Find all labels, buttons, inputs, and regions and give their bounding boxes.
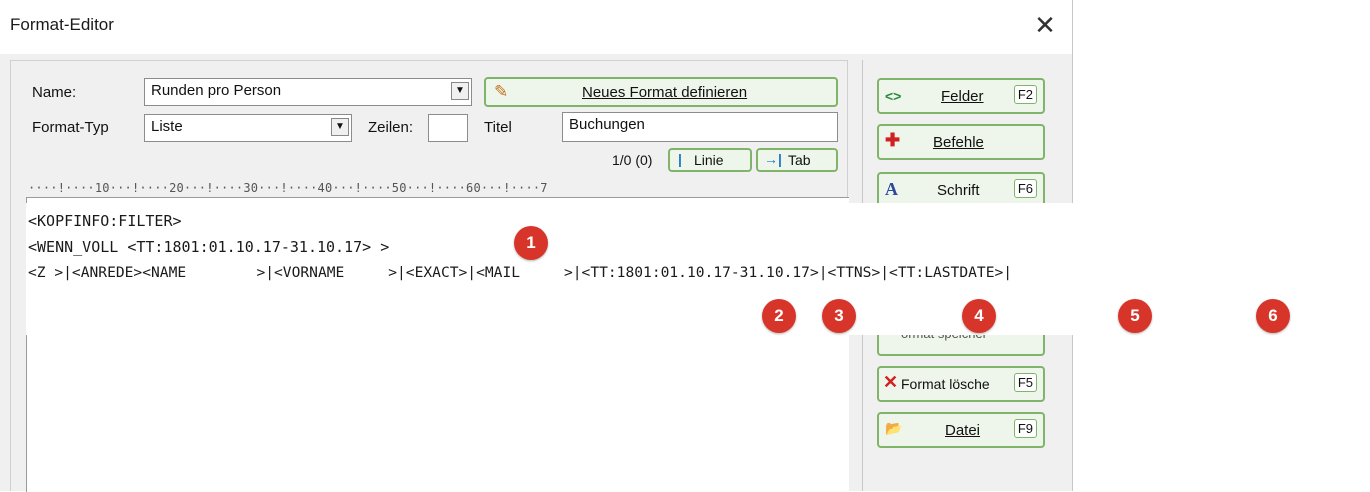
save-format-button[interactable]: ormat speicher	[877, 332, 1045, 356]
code-line-1: <KOPFINFO:FILTER>	[28, 212, 182, 230]
font-icon: A	[885, 179, 898, 199]
file-shortcut: F9	[1013, 419, 1037, 438]
delete-format-label: Format lösche	[901, 376, 990, 392]
file-label: Datei	[945, 422, 981, 439]
line-button-label: Linie	[694, 152, 724, 168]
line-icon: |	[678, 151, 682, 167]
font-label: Schrift	[937, 182, 980, 199]
line-button[interactable]: | Linie	[668, 148, 752, 172]
format-type-value: Liste	[151, 118, 183, 135]
delete-shortcut: F5	[1013, 373, 1037, 392]
callout-badge-3: 3	[822, 299, 856, 333]
tab-icon: →|	[764, 151, 782, 167]
callout-badge-6: 6	[1256, 299, 1290, 333]
code-line-2: <WENN_VOLL <TT:1801:01.10.17-31.10.17> >	[28, 238, 390, 256]
name-select[interactable]: Runden pro Person ▼	[144, 78, 472, 106]
folder-icon: 📂	[885, 420, 903, 436]
code-line-3: <Z >|<ANREDE><NAME >|<VORNAME >|<EXACT>|…	[28, 264, 1013, 281]
fields-shortcut: F2	[1013, 85, 1037, 104]
title-label: Titel	[484, 119, 512, 136]
title-bar: Format-Editor ✕	[0, 0, 1072, 54]
name-value: Runden pro Person	[151, 82, 282, 99]
chevron-down-icon[interactable]: ▼	[331, 118, 349, 136]
close-icon[interactable]: ✕	[1028, 8, 1062, 42]
lines-label: Zeilen:	[368, 119, 414, 136]
callout-badge-2: 2	[762, 299, 796, 333]
file-button[interactable]: 📂 Datei F9	[877, 412, 1045, 448]
font-shortcut: F6	[1013, 179, 1037, 198]
fields-label: Felder	[941, 88, 984, 105]
tab-button-label: Tab	[788, 152, 811, 168]
commands-button[interactable]: ✚ Befehle	[877, 124, 1045, 160]
new-format-button[interactable]: ✎ Neues Format definieren	[484, 77, 838, 107]
position-indicator: 1/0 (0)	[612, 152, 653, 168]
wand-icon: ✎	[494, 82, 509, 101]
tab-button[interactable]: →| Tab	[756, 148, 838, 172]
ruler: ····!····10···!····20···!····30···!····4…	[28, 181, 548, 195]
callout-badge-4: 4	[962, 299, 996, 333]
brackets-icon: <>	[885, 88, 902, 104]
format-type-label: Format-Typ	[32, 119, 109, 136]
window-title: Format-Editor	[10, 15, 114, 34]
callout-badge-5: 5	[1118, 299, 1152, 333]
commands-label: Befehle	[933, 134, 984, 151]
chevron-down-icon[interactable]: ▼	[451, 82, 469, 100]
format-type-select[interactable]: Liste ▼	[144, 114, 352, 142]
plus-icon: ✚	[885, 130, 901, 150]
name-label: Name:	[32, 84, 77, 101]
callout-badge-1: 1	[514, 226, 548, 260]
delete-format-button[interactable]: ✕ Format lösche F5	[877, 366, 1045, 402]
delete-icon: ✕	[883, 372, 899, 392]
new-format-label: Neues Format definieren	[582, 84, 748, 101]
fields-button[interactable]: <> Felder F2	[877, 78, 1045, 114]
lines-input[interactable]	[428, 114, 468, 142]
title-input[interactable]: Buchungen	[562, 112, 838, 142]
